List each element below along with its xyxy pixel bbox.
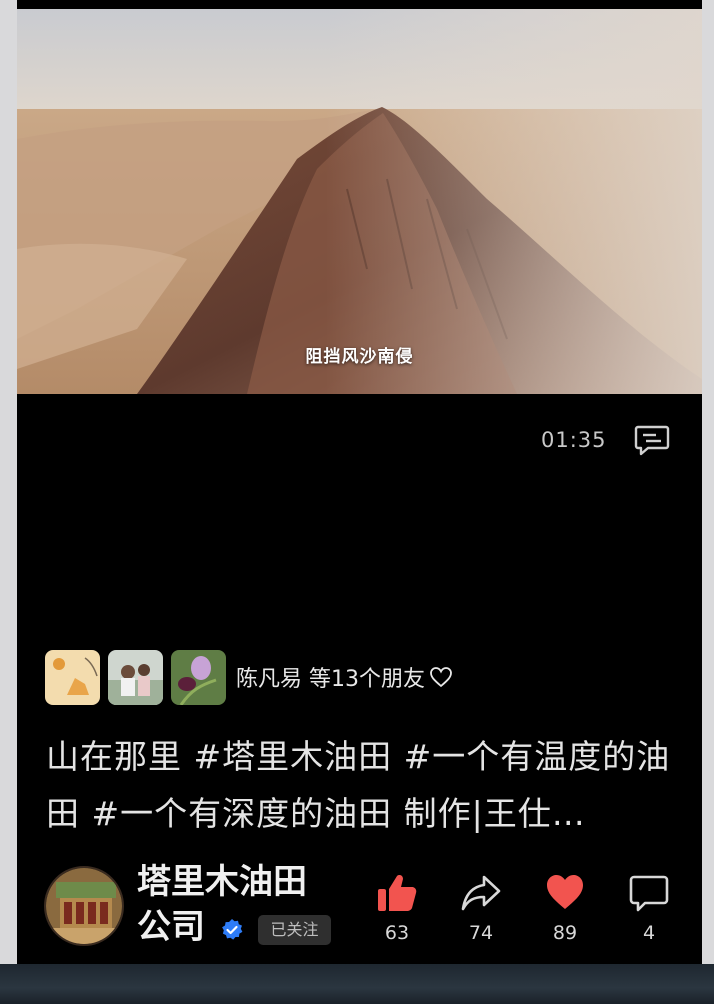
video-duration: 01:35 <box>541 428 607 452</box>
share-button[interactable]: 74 <box>451 872 511 944</box>
video-player[interactable]: 阻挡风沙南侵 <box>17 9 702 394</box>
heart-icon <box>547 875 583 909</box>
friend-avatar[interactable] <box>45 649 100 705</box>
friends-liked-row[interactable]: 陈凡易 等13个朋友 <box>45 648 453 706</box>
post-caption[interactable]: 山在那里 #塔里木油田 #一个有温度的油田 #一个有深度的油田 制作|王仕… <box>46 728 686 842</box>
next-post-preview <box>0 964 714 1004</box>
follow-status-button[interactable]: 已关注 <box>258 915 331 945</box>
heart-outline-icon <box>430 667 452 688</box>
author-avatar[interactable] <box>44 866 124 946</box>
comment-icon <box>629 875 669 912</box>
friends-liked-label: 陈凡易 等13个朋友 <box>236 667 425 692</box>
friends-liked-text: 陈凡易 等13个朋友 <box>236 661 453 693</box>
favorite-button[interactable]: 89 <box>535 872 595 944</box>
verified-icon <box>222 919 243 940</box>
friend-avatar[interactable] <box>108 649 163 705</box>
comment-button[interactable]: 4 <box>619 872 679 944</box>
like-count: 63 <box>384 922 410 944</box>
friend-avatar[interactable] <box>171 649 226 705</box>
share-icon <box>461 875 501 911</box>
favorite-count: 89 <box>552 922 578 944</box>
danmaku-icon[interactable] <box>634 424 670 458</box>
comment-count: 4 <box>642 922 656 944</box>
video-subtitle: 阻挡风沙南侵 <box>305 347 414 367</box>
post-card: 阻挡风沙南侵 01:35 陈凡易 等13个朋友 山在那里 #塔里木油田 #一个有… <box>17 0 702 964</box>
thumbs-up-icon <box>378 875 417 911</box>
video-frame-desert-ridge <box>17 9 702 394</box>
like-button[interactable]: 63 <box>367 872 427 944</box>
share-count: 74 <box>468 922 494 944</box>
